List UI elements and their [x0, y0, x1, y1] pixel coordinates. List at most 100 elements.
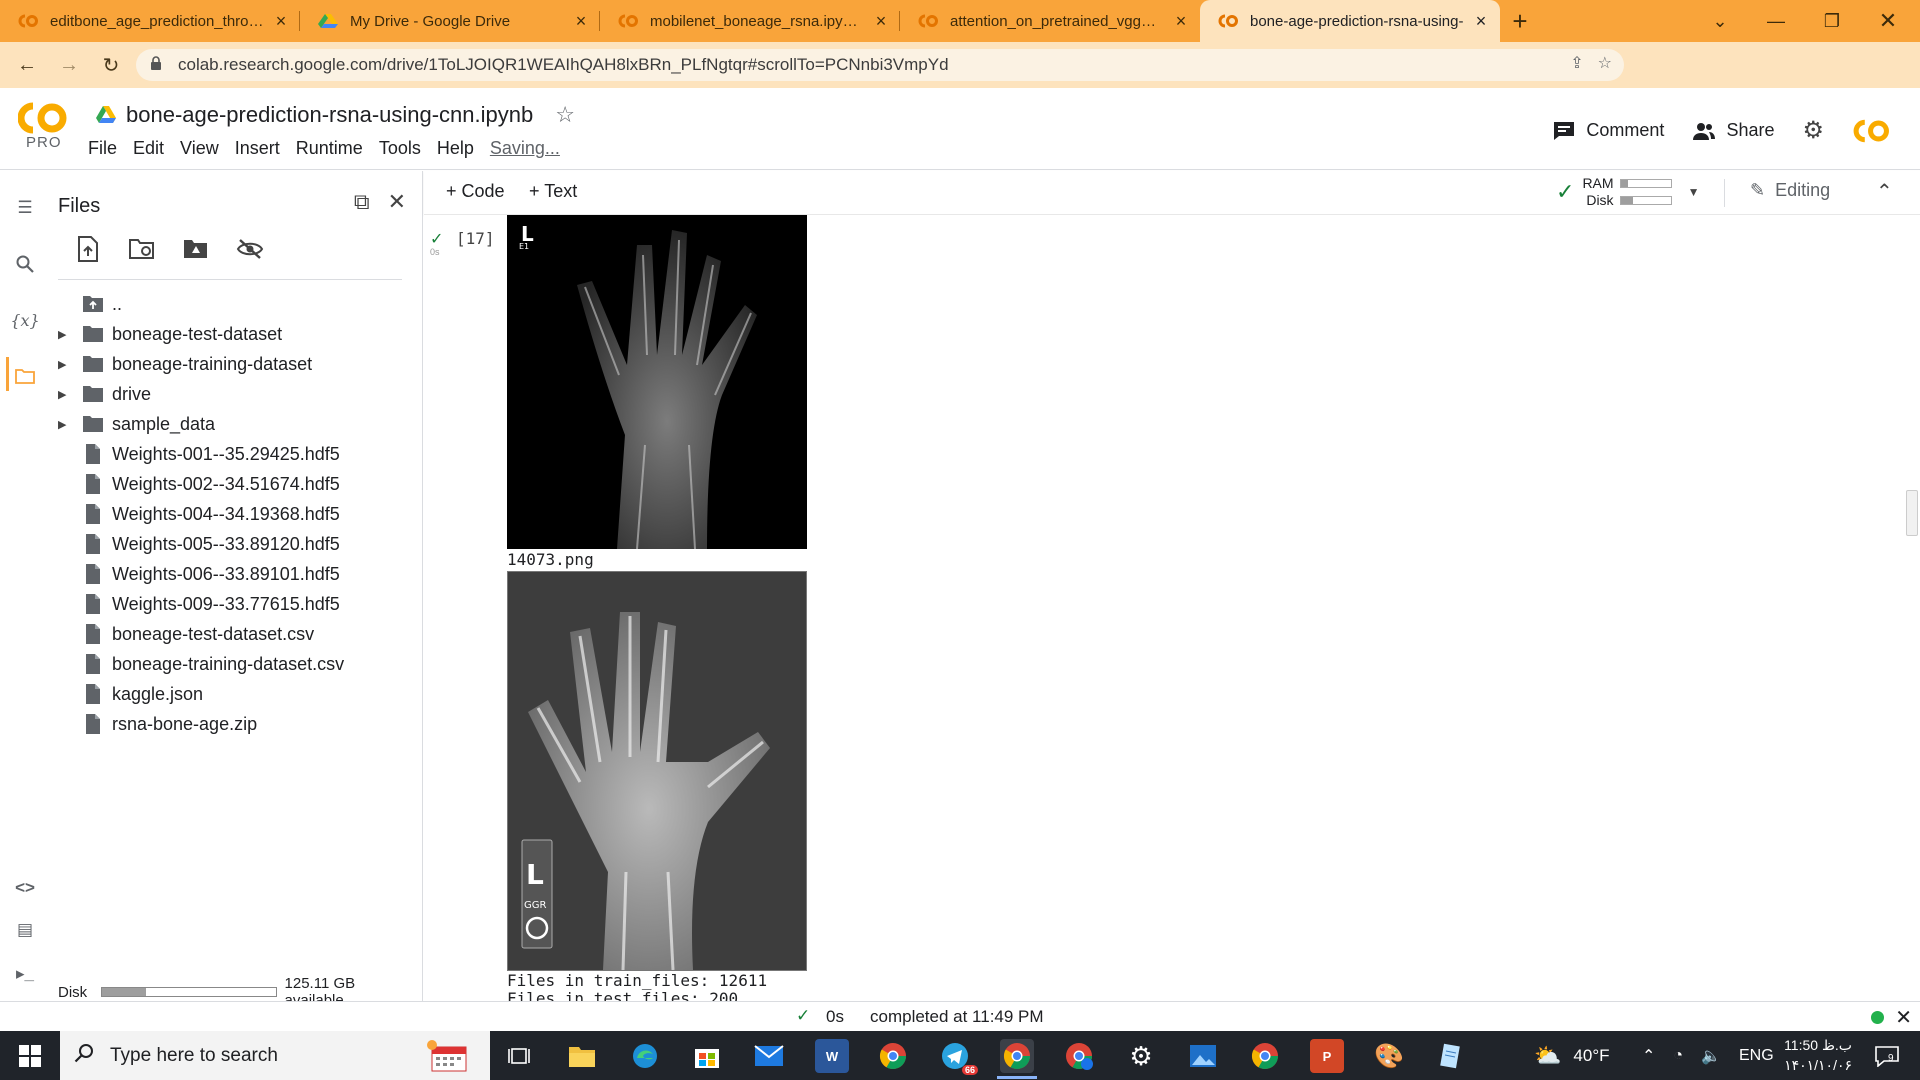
hide-hidden-files-icon[interactable] — [234, 233, 266, 265]
chrome-profile-2-icon[interactable] — [1248, 1039, 1282, 1073]
powerpoint-icon[interactable]: P — [1310, 1039, 1344, 1073]
notepad-icon[interactable] — [1434, 1039, 1468, 1073]
folder-row[interactable]: ▶ sample_data — [48, 409, 423, 439]
settings-app-icon[interactable]: ⚙ — [1124, 1039, 1158, 1073]
taskbar-clock[interactable]: 11:50 ب.ظ ۱۴۰۱/۱۰/۰۶ — [1784, 1035, 1852, 1075]
menu-file[interactable]: File — [88, 138, 127, 159]
start-button[interactable] — [0, 1031, 60, 1080]
restore-button[interactable]: ❐ — [1804, 0, 1860, 42]
folder-row[interactable]: ▶ boneage-training-dataset — [48, 349, 423, 379]
menu-insert[interactable]: Insert — [235, 138, 290, 159]
files-folder-icon[interactable] — [12, 363, 38, 389]
new-tab-button[interactable]: + — [1500, 0, 1540, 42]
edge-browser-icon[interactable] — [628, 1039, 662, 1073]
runtime-dropdown-icon[interactable]: ▼ — [1688, 185, 1700, 199]
task-view-icon[interactable] — [502, 1039, 536, 1073]
browser-tab[interactable]: editbone_age_prediction_through × — [0, 0, 300, 42]
add-text-cell-button[interactable]: + Text — [529, 181, 577, 202]
notebook-title[interactable]: bone-age-prediction-rsna-using-cnn.ipynb — [126, 102, 533, 128]
mount-drive-icon[interactable] — [180, 233, 212, 265]
file-row[interactable]: kaggle.json — [48, 679, 423, 709]
file-row[interactable]: Weights-002--34.51674.hdf5 — [48, 469, 423, 499]
share-button[interactable]: Share — [1692, 120, 1774, 141]
search-icon[interactable] — [12, 251, 38, 277]
menu-runtime[interactable]: Runtime — [296, 138, 373, 159]
microsoft-store-icon[interactable] — [690, 1039, 724, 1073]
expand-arrow-icon[interactable]: ▶ — [58, 418, 70, 431]
tab-search-chevron-icon[interactable]: ⌄ — [1692, 0, 1748, 42]
address-bar[interactable]: colab.research.google.com/drive/1ToLJOIQ… — [136, 49, 1624, 81]
forward-button[interactable]: → — [54, 50, 84, 80]
command-palette-icon[interactable]: ▤ — [12, 917, 38, 943]
parent-folder-row[interactable]: .. — [48, 289, 423, 319]
show-hidden-icons-chevron-icon[interactable]: ⌃ — [1642, 1046, 1655, 1066]
code-snippets-icon[interactable]: <> — [12, 875, 38, 901]
folder-row[interactable]: ▶ drive — [48, 379, 423, 409]
file-explorer-icon[interactable] — [565, 1039, 599, 1073]
colab-logo[interactable] — [18, 100, 68, 136]
folder-row[interactable]: ▶ boneage-test-dataset — [48, 319, 423, 349]
menu-view[interactable]: View — [180, 138, 229, 159]
browser-tab[interactable]: attention_on_pretrained_vgg16_f × — [900, 0, 1200, 42]
weather-widget[interactable]: ⛅ 40°F — [1534, 1031, 1610, 1080]
close-status-icon[interactable]: ✕ — [1895, 1005, 1912, 1030]
variables-icon[interactable]: {x} — [10, 307, 39, 333]
close-window-button[interactable]: ✕ — [1860, 0, 1916, 42]
file-row[interactable]: boneage-test-dataset.csv — [48, 619, 423, 649]
close-panel-icon[interactable]: ✕ — [388, 189, 406, 215]
back-button[interactable]: ← — [12, 50, 42, 80]
expand-arrow-icon[interactable]: ▶ — [58, 358, 70, 371]
input-language[interactable]: ENG — [1739, 1047, 1774, 1065]
add-code-cell-button[interactable]: + Code — [446, 181, 505, 202]
resource-monitor[interactable]: ✓ RAM Disk ▼ — [1556, 175, 1699, 209]
menu-help[interactable]: Help — [437, 138, 484, 159]
upload-file-icon[interactable] — [72, 233, 104, 265]
saving-status[interactable]: Saving... — [490, 138, 570, 159]
browser-tab[interactable]: My Drive - Google Drive × — [300, 0, 600, 42]
browser-tab[interactable]: bone-age-prediction-rsna-using- × — [1200, 0, 1500, 42]
tab-close-icon[interactable]: × — [272, 11, 290, 32]
paint-icon[interactable]: 🎨 — [1372, 1039, 1406, 1073]
chrome-icon[interactable] — [876, 1039, 910, 1073]
taskbar-search-box[interactable]: Type here to search — [60, 1031, 490, 1080]
open-in-tab-icon[interactable]: ⧉ — [354, 189, 370, 215]
reload-button[interactable]: ↻ — [96, 50, 126, 80]
chrome-active-icon[interactable] — [1000, 1039, 1034, 1073]
word-icon[interactable]: W — [815, 1039, 849, 1073]
chrome-profile-s-icon[interactable] — [1062, 1039, 1096, 1073]
share-page-icon[interactable]: ⇪ — [1570, 53, 1583, 73]
scrollbar-thumb[interactable] — [1906, 490, 1918, 536]
file-row[interactable]: Weights-004--34.19368.hdf5 — [48, 499, 423, 529]
file-row[interactable]: Weights-009--33.77615.hdf5 — [48, 589, 423, 619]
google-drive-icon[interactable] — [96, 106, 116, 124]
settings-gear-icon[interactable]: ⚙ — [1802, 116, 1824, 145]
file-row[interactable]: Weights-006--33.89101.hdf5 — [48, 559, 423, 589]
tab-close-icon[interactable]: × — [1172, 11, 1190, 32]
table-of-contents-icon[interactable]: ☰ — [12, 195, 38, 221]
notification-center-icon[interactable]: 9 — [1874, 1031, 1900, 1080]
volume-speaker-icon[interactable]: 🔈 — [1701, 1046, 1721, 1066]
collapse-chevron-up-icon[interactable]: ⌃ — [1876, 179, 1893, 204]
photos-icon[interactable] — [1186, 1039, 1220, 1073]
menu-tools[interactable]: Tools — [379, 138, 431, 159]
refresh-folder-icon[interactable] — [126, 233, 158, 265]
tab-close-icon[interactable]: × — [1472, 11, 1490, 32]
file-row[interactable]: rsna-bone-age.zip — [48, 709, 423, 739]
tab-close-icon[interactable]: × — [872, 11, 890, 32]
browser-tab[interactable]: mobilenet_boneage_rsna.ipynb - × — [600, 0, 900, 42]
expand-arrow-icon[interactable]: ▶ — [58, 388, 70, 401]
execution-count[interactable]: [17] — [456, 229, 495, 248]
terminal-icon[interactable]: ▸_ — [12, 961, 38, 987]
file-row[interactable]: Weights-005--33.89120.hdf5 — [48, 529, 423, 559]
account-colab-icon[interactable] — [1852, 118, 1892, 144]
file-row[interactable]: boneage-training-dataset.csv — [48, 649, 423, 679]
bookmark-star-icon[interactable]: ☆ — [1598, 53, 1612, 73]
file-row[interactable]: Weights-001--35.29425.hdf5 — [48, 439, 423, 469]
minimize-button[interactable]: — — [1748, 0, 1804, 42]
status-message[interactable]: completed at 11:49 PM — [870, 1007, 1044, 1027]
expand-arrow-icon[interactable]: ▶ — [58, 328, 70, 341]
comment-button[interactable]: Comment — [1552, 120, 1664, 141]
star-notebook-icon[interactable]: ☆ — [555, 102, 575, 128]
tab-close-icon[interactable]: × — [572, 11, 590, 32]
mail-icon[interactable] — [752, 1039, 786, 1073]
